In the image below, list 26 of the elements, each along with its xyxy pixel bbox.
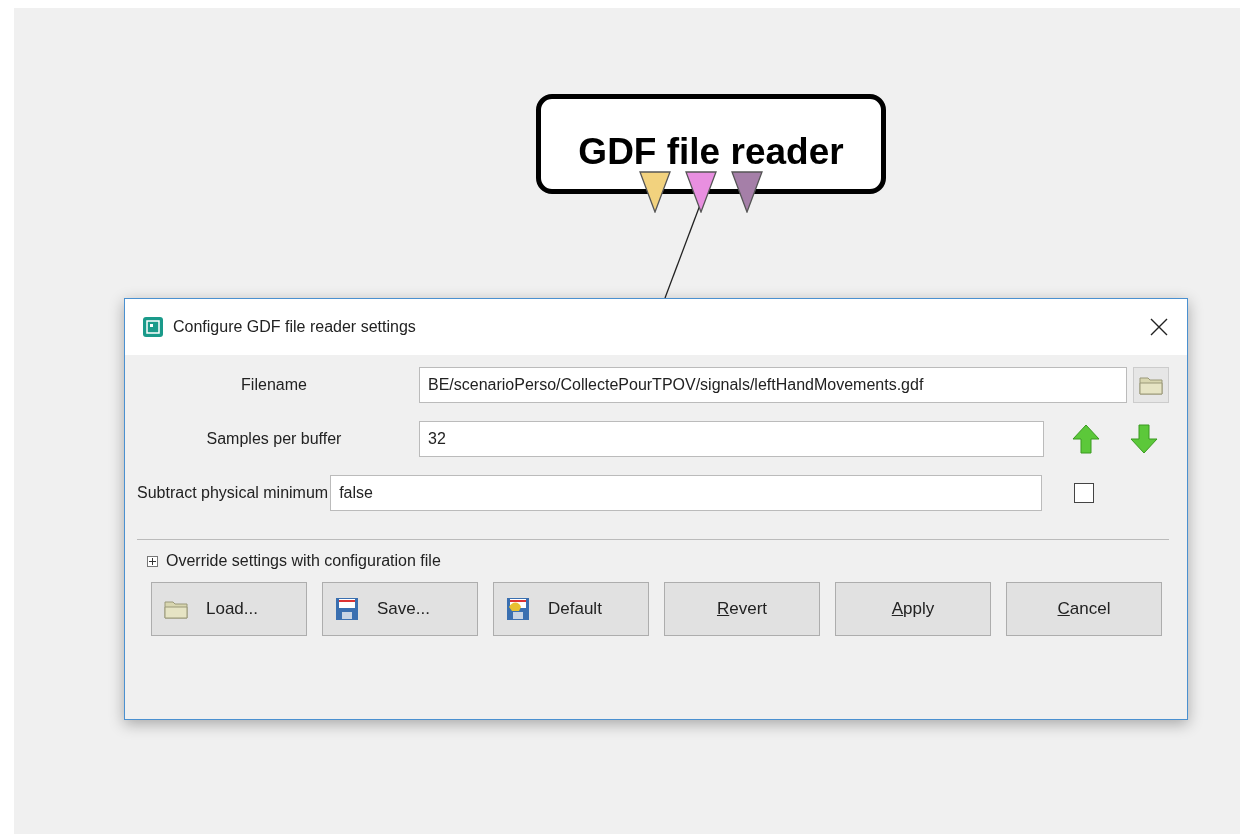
save-button[interactable]: Save... (322, 582, 478, 636)
dialog-button[interactable]: Revert (664, 582, 820, 636)
load-button[interactable]: Load... (151, 582, 307, 636)
window-icon (143, 317, 163, 337)
filename-field[interactable]: BE/scenarioPerso/CollectePourTPOV/signals/leftHandMovements.gdf (419, 367, 1127, 403)
output-port-icon[interactable] (731, 171, 763, 213)
checkbox[interactable] (1074, 483, 1095, 503)
value-field[interactable]: false (330, 475, 1043, 511)
setting-label: Subtract physical minimum (137, 484, 329, 502)
window-title: Configure GDF file reader settings (173, 318, 417, 336)
arrow-down-icon[interactable] (1130, 424, 1158, 454)
dialog-button[interactable]: Cancel (1006, 582, 1162, 636)
setting-label: Filename (240, 376, 308, 394)
override-label: Override settings with configuration file (166, 552, 441, 570)
node-title: GDF file reader (578, 131, 844, 173)
box-node[interactable]: GDF file reader (536, 94, 886, 194)
default-button[interactable]: Default (493, 582, 649, 636)
output-port-icon[interactable] (685, 171, 717, 213)
dialog-button[interactable]: Apply (835, 582, 991, 636)
folder-icon (1139, 375, 1163, 395)
folder-icon (164, 599, 188, 619)
arrow-up-icon[interactable] (1072, 424, 1100, 454)
output-port-icon[interactable] (639, 171, 671, 213)
expand-toggle[interactable] (147, 555, 158, 567)
samples-field[interactable]: 32 (419, 421, 1044, 457)
setting-label: Samples per buffer (205, 430, 343, 448)
